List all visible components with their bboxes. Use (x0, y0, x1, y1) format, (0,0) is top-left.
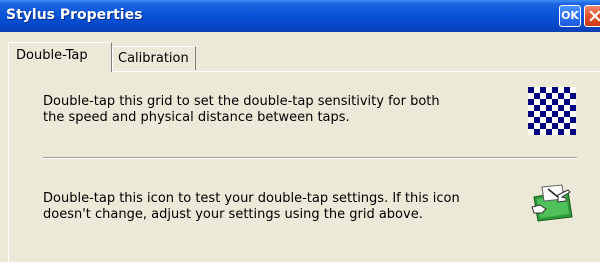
tab-double-tap-label: Double-Tap (16, 48, 88, 63)
test-instructions: Double-tap this icon to test your double… (43, 191, 460, 223)
test-instructions-line-1: Double-tap this icon to test your double… (43, 191, 460, 206)
section-divider (43, 157, 577, 159)
grid-instructions-line-2: the speed and physical distance between … (43, 110, 350, 125)
grid-instructions-line-1: Double-tap this grid to set the double-t… (43, 94, 440, 109)
hand-tap-test-icon[interactable] (528, 183, 576, 223)
tab-calibration[interactable]: Calibration (112, 46, 196, 70)
ok-button[interactable]: OK (559, 5, 581, 27)
test-instructions-line-2: doesn't change, adjust your settings usi… (43, 207, 423, 222)
close-icon (589, 10, 600, 22)
grid-instructions: Double-tap this grid to set the double-t… (43, 94, 440, 126)
tab-calibration-label: Calibration (118, 51, 189, 66)
tab-double-tap[interactable]: Double-Tap (8, 42, 112, 72)
close-button[interactable] (584, 5, 600, 27)
stylus-properties-window: Stylus Properties OK Double-Tap Calibrat… (0, 0, 600, 262)
title-bar[interactable]: Stylus Properties OK (0, 0, 600, 32)
window-title: Stylus Properties (6, 7, 143, 23)
checkerboard-grid-icon[interactable] (528, 87, 576, 135)
